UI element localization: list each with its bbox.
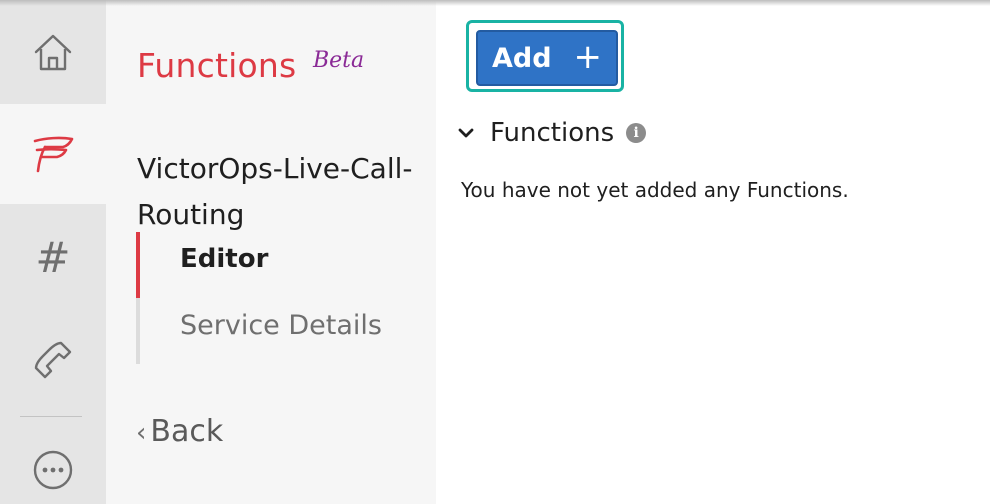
app-title: Functions [137, 46, 297, 85]
nav-link-editor[interactable]: Editor [180, 244, 268, 274]
functions-icon [30, 134, 76, 174]
home-icon [32, 31, 74, 73]
more-icon [32, 449, 74, 491]
main-content: Add + Functions i You have not yet added… [436, 0, 990, 504]
beta-badge: Beta [313, 48, 365, 73]
back-link[interactable]: ‹ Back [136, 414, 223, 449]
top-shadow [0, 0, 990, 6]
rail-divider [20, 416, 82, 417]
rail-item-more[interactable] [0, 436, 106, 504]
section-title: Functions [490, 118, 615, 148]
rail-item-home[interactable] [0, 0, 106, 104]
chevron-left-icon: ‹ [136, 418, 147, 448]
back-label: Back [150, 414, 224, 449]
chevron-down-icon [458, 124, 474, 143]
functions-section-header[interactable]: Functions i [458, 118, 647, 148]
plus-icon: + [573, 36, 603, 77]
service-name: VictorOps-Live-Call-Routing [137, 152, 413, 231]
hash-icon: # [35, 233, 71, 282]
rail-item-functions[interactable] [0, 104, 106, 204]
add-button[interactable]: Add + [476, 30, 618, 86]
info-icon[interactable]: i [626, 123, 647, 143]
empty-state-message: You have not yet added any Functions. [461, 178, 849, 202]
icon-rail: # [0, 0, 106, 504]
rail-item-hash[interactable]: # [0, 208, 106, 308]
active-indicator [136, 232, 140, 298]
rail-item-phone[interactable] [0, 308, 106, 412]
secondary-nav: Functions Beta VictorOps-Live-Call-Routi… [106, 0, 436, 504]
add-button-label: Add [491, 42, 552, 74]
nav-link-service-details[interactable]: Service Details [180, 310, 382, 341]
phone-icon [31, 338, 75, 382]
